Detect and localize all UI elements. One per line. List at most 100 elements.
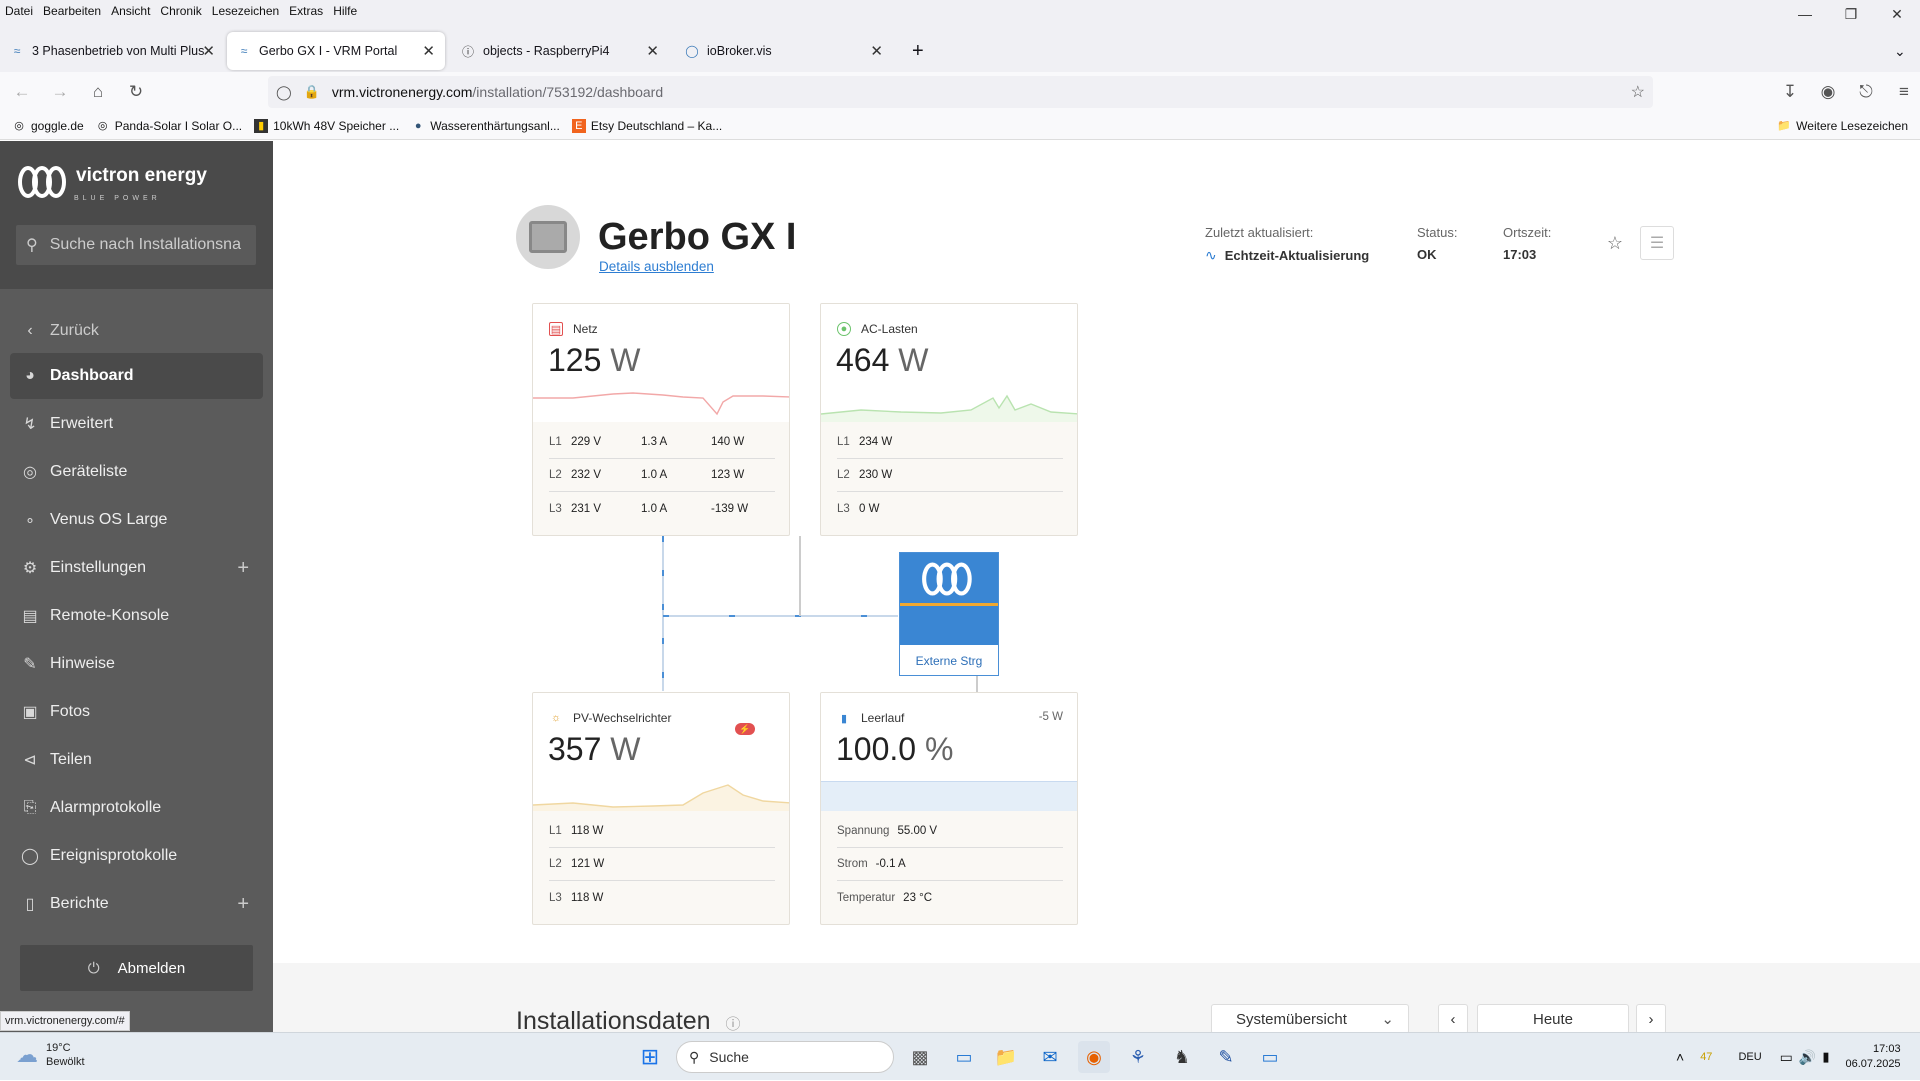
close-tab-icon[interactable]: ✕ [202,42,215,60]
phase-label: L3 [549,502,562,515]
sidebar-item-ereignisprotokolle[interactable]: ◯ Ereignisprotokolle [10,833,263,879]
url-bar[interactable]: ◯ 🔒 vrm.victronenergy.com/installation/7… [268,76,1653,108]
sidebar-item-alarmprotokolle[interactable]: ⎘ Alarmprotokolle [10,785,263,831]
chevron-up-icon[interactable]: ˄ [1676,1049,1684,1065]
outlook-icon[interactable]: ✉ [1034,1041,1066,1073]
display-icon[interactable]: ▭ [1780,1049,1793,1066]
weather-widget[interactable]: ☁ 19°C Bewölkt [16,1041,85,1069]
tab-label: ioBroker.vis [707,44,772,58]
sidebar-item-venus-os[interactable]: ∘ Venus OS Large [10,497,263,543]
new-tab-button[interactable]: + [902,32,938,70]
globe-icon: ◎ [14,120,24,132]
nav-bar: ← → ⌂ ↻ ◯ 🔒 vrm.victronenergy.com/instal… [0,72,1920,112]
sidebar-item-fotos[interactable]: ▣ Fotos [10,689,263,735]
forward-icon[interactable]: → [44,76,76,108]
menu-chronik[interactable]: Chronik [155,4,206,18]
monitor-app-icon[interactable]: ▭ [948,1041,980,1073]
next-period-button[interactable]: › [1636,1004,1666,1034]
file-explorer-icon[interactable]: 📁 [990,1041,1022,1073]
bookmark-star-icon[interactable]: ☆ [1631,82,1645,102]
sidebar-item-geraeteliste[interactable]: ◎ Geräteliste [10,449,263,495]
grid-card[interactable]: ▤ Netz 125 W L1 229 V 1.3 A 140 W L2 232 V 1.0… [532,303,790,536]
prev-period-button[interactable]: ‹ [1438,1004,1468,1034]
menu-datei[interactable]: Datei [0,4,38,18]
sidebar-item-teilen[interactable]: ⊲ Teilen [10,737,263,783]
expand-plus-icon[interactable]: + [237,893,249,916]
bookmark-wasser[interactable]: ● Wasserenthärtungsanl... [411,119,560,133]
favorite-star-icon[interactable]: ☆ [1598,226,1632,260]
info-icon[interactable]: ⓘ [726,1016,741,1033]
download-icon[interactable]: ↧ [1774,76,1806,108]
detail-label: Spannung [837,825,890,837]
battery-card[interactable]: ▮ Leerlauf -5 W 100.0 % Spannung 55.00 V S… [820,692,1078,925]
bookmark-speicher[interactable]: ▮ 10kWh 48V Speicher ... [254,118,399,133]
sidebar-item-berichte[interactable]: ▯ Berichte + [10,881,263,927]
menu-ansicht[interactable]: Ansicht [106,4,155,18]
close-tab-icon[interactable]: ✕ [870,42,883,60]
logout-button[interactable]: ⏻ Abmelden [20,945,253,991]
phase-power: 230 W [859,469,893,481]
sidebar-back[interactable]: ‹ Zurück [10,308,263,354]
back-icon[interactable]: ← [6,76,38,108]
url-path: /installation/753192/dashboard [472,84,664,100]
remote-desktop-icon[interactable]: ▭ [1254,1041,1286,1073]
windows-start-icon[interactable]: ⊞ [634,1041,666,1073]
period-select[interactable]: Heute [1477,1004,1629,1034]
settings-sliders-icon[interactable]: ☰ [1640,226,1674,260]
task-view-icon[interactable]: ▩ [904,1041,936,1073]
search-input[interactable]: Suche nach Installationsna [50,236,241,254]
lock-icon[interactable]: 🔒 [304,84,320,100]
bookmark-etsy[interactable]: E Etsy Deutschland – Ka... [571,118,722,133]
shield-icon[interactable]: ◯ [276,84,292,101]
tab-objects-raspberrypi4[interactable]: ⓘ objects - RaspberryPi4 ✕ [451,32,669,70]
detail-value: -0.1 A [875,858,906,870]
sidebar-item-erweitert[interactable]: ↯ Erweitert [10,401,263,447]
sidebar-item-einstellungen[interactable]: ⚙ Einstellungen + [10,545,263,591]
sidebar-item-hinweise[interactable]: ✎ Hinweise [10,641,263,687]
hamburger-menu-icon[interactable]: ≡ [1888,76,1920,108]
home-icon[interactable]: ⌂ [82,76,114,108]
menu-hilfe[interactable]: Hilfe [328,4,362,18]
pv-inverter-card[interactable]: ☼ PV-Wechselrichter ⚡ 357 W L1 118 W L2 121… [532,692,790,925]
menu-lesezeichen[interactable]: Lesezeichen [207,4,284,18]
tab-3-phasenbetrieb[interactable]: ≈ 3 Phasenbetrieb von Multi Plus ✕ [0,32,225,70]
edit-app-icon[interactable]: ✎ [1210,1041,1242,1073]
bookmark-goggle[interactable]: ◎ goggle.de [12,119,84,133]
advanced-icon: ↯ [23,416,37,433]
report-icon: ▯ [25,896,35,913]
more-bookmarks[interactable]: 📁 Weitere Lesezeichen [1777,119,1908,133]
language-indicator[interactable]: DEU [1738,1051,1761,1063]
ac-loads-card[interactable]: ● AC-Lasten 464 W L1 234 W L2 230 W L3 0 W [820,303,1078,536]
reload-icon[interactable]: ↻ [120,76,152,108]
expand-plus-icon[interactable]: + [237,557,249,580]
clock[interactable]: 17:03 06.07.2025 [1846,1042,1901,1072]
volume-icon[interactable]: 🔊 [1799,1049,1816,1066]
tray-badge[interactable]: 47 [1700,1051,1712,1063]
bookmark-panda-solar[interactable]: ◎ Panda-Solar I Solar O... [96,119,242,133]
sidebar-item-dashboard[interactable]: ◕ Dashboard [10,353,263,399]
menu-extras[interactable]: Extras [284,4,328,18]
pv-alert-badge[interactable]: ⚡ [735,723,755,735]
menu-bearbeiten[interactable]: Bearbeiten [38,4,106,18]
victron-logo[interactable]: victron energy BLUE POWER [16,163,207,202]
firefox-icon[interactable]: ◉ [1078,1041,1110,1073]
taskbar-search-input[interactable]: Suche [709,1049,749,1065]
tab-list-chevron-icon[interactable]: ⌄ [1884,32,1914,70]
bookmark-label: Panda-Solar I Solar O... [114,118,243,133]
game-app-icon[interactable]: ♞ [1166,1041,1198,1073]
tab-iobroker-vis[interactable]: ◯ ioBroker.vis ✕ [675,32,893,70]
tab-vrm-portal[interactable]: ≈ Gerbo GX I - VRM Portal ✕ [227,32,445,70]
battery-tray-icon[interactable]: ▮ [1822,1049,1829,1065]
network-tool-icon[interactable]: ⚘ [1122,1041,1154,1073]
taskbar-search[interactable]: ⚲ Suche [676,1041,894,1073]
sidebar-item-remote-konsole[interactable]: ▤ Remote-Konsole [10,593,263,639]
details-toggle-link[interactable]: Details ausblenden [599,259,714,274]
inverter-box[interactable]: Externe Strg [899,552,999,676]
view-select[interactable]: Systemübersicht ⌄ [1211,1004,1409,1034]
extensions-icon[interactable]: ⎋ [1850,76,1882,108]
close-tab-icon[interactable]: ✕ [422,42,435,60]
close-tab-icon[interactable]: ✕ [646,42,659,60]
account-icon[interactable]: ◉ [1812,76,1844,108]
period-value: Heute [1532,1010,1574,1028]
installation-search[interactable]: ⚲ Suche nach Installationsna [16,225,256,265]
